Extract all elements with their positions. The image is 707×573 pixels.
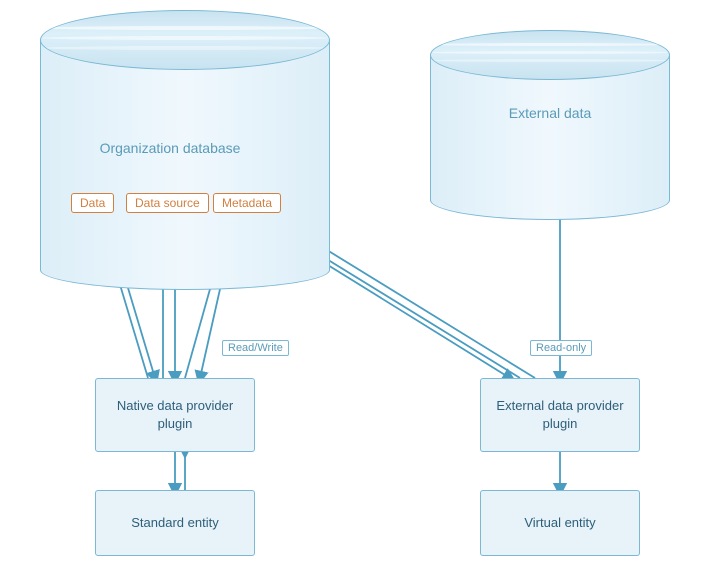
tag-data: Data bbox=[71, 193, 114, 213]
standard-entity-box: Standard entity bbox=[95, 490, 255, 556]
virtual-entity-box: Virtual entity bbox=[480, 490, 640, 556]
org-db-label: Organization database bbox=[80, 140, 260, 156]
tag-metadata: Metadata bbox=[213, 193, 281, 213]
native-plugin-box: Native data provider plugin bbox=[95, 378, 255, 452]
read-only-label: Read-only bbox=[530, 340, 592, 356]
tag-datasource: Data source bbox=[126, 193, 209, 213]
ext-data-label: External data bbox=[450, 105, 650, 121]
read-write-label: Read/Write bbox=[222, 340, 289, 356]
external-plugin-box: External data provider plugin bbox=[480, 378, 640, 452]
